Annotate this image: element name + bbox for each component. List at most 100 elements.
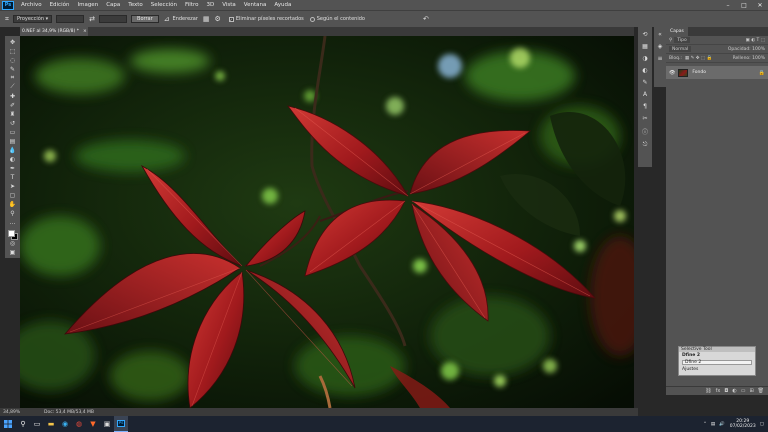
dodge-icon[interactable]: ◐ (8, 156, 18, 164)
windows-start-icon[interactable] (0, 416, 16, 432)
more-tools-icon[interactable]: … (8, 219, 18, 227)
swap-icon[interactable]: ⇄ (89, 15, 95, 23)
shape-icon[interactable]: ▢ (8, 192, 18, 200)
channels-icon[interactable]: ≡ (657, 55, 662, 62)
pen-icon[interactable]: ✒ (8, 165, 18, 173)
menu-archivo[interactable]: Archivo (17, 2, 46, 8)
marquee-tool-icon[interactable]: ⬚ (8, 47, 18, 55)
popup-line-1[interactable]: Dfine 2 (679, 352, 755, 359)
width-input[interactable] (56, 15, 85, 23)
foreground-color[interactable] (7, 229, 15, 237)
document-tab[interactable]: 0.NEF al 34,9% (RGB/8) * × (20, 27, 88, 36)
menu-3d[interactable]: 3D (202, 2, 218, 8)
swatches-icon[interactable]: ▦ (642, 43, 648, 50)
delete-cropped-checkbox[interactable]: ✓ (228, 16, 234, 22)
taskbar-search-icon[interactable]: ⚲ (16, 416, 30, 432)
menu-seleccion[interactable]: Selección (147, 2, 181, 8)
trash-icon[interactable]: 🗑 (758, 388, 764, 394)
clone-stamp-icon[interactable]: ♜ (8, 110, 18, 118)
layer-row[interactable]: 👁 Fondo 🔒 (666, 66, 768, 79)
menu-capa[interactable]: Capa (102, 2, 124, 8)
menu-imagen[interactable]: Imagen (73, 2, 102, 8)
popup-line-2[interactable]: Dfine 2 (682, 360, 752, 365)
collapse-icon[interactable]: « (658, 31, 662, 38)
healing-brush-icon[interactable]: ✚ (8, 92, 18, 100)
paragraph-icon[interactable]: ¶ (643, 103, 647, 110)
ratio-select[interactable]: Proyección ▾ (12, 15, 53, 23)
gradient-icon[interactable]: ▤ (8, 138, 18, 146)
info-icon[interactable]: ⓘ (642, 127, 648, 136)
edge-icon[interactable]: ◉ (58, 416, 72, 432)
file-explorer-icon[interactable]: ▬ (44, 416, 58, 432)
hand-icon[interactable]: ✋ (8, 201, 18, 209)
minimize-button[interactable]: – (720, 0, 736, 10)
menu-ayuda[interactable]: Ayuda (270, 2, 295, 8)
color-swatches[interactable] (7, 229, 19, 240)
new-layer-icon[interactable]: ⊞ (749, 388, 753, 394)
height-input[interactable] (99, 15, 128, 23)
task-view-icon[interactable]: ▭ (30, 416, 44, 432)
zoom-level[interactable]: 34,89% (0, 410, 28, 415)
popup-line-3[interactable]: Ajustes (679, 366, 755, 373)
fx-icon[interactable]: fx (716, 388, 721, 394)
photoshop-taskbar-icon[interactable]: Ps (114, 416, 128, 432)
path-select-icon[interactable]: ➤ (8, 183, 18, 191)
history-brush-icon[interactable]: ↺ (8, 119, 18, 127)
menu-vista[interactable]: Vista (218, 2, 240, 8)
notifications-icon[interactable]: ▢ (760, 422, 764, 427)
reset-icon[interactable]: ↶ (423, 15, 429, 23)
overlay-grid-icon[interactable]: ▦ (203, 15, 210, 23)
clock[interactable]: 20:29 07/02/2023 (730, 419, 756, 430)
path-icon[interactable]: ⎋ (643, 141, 648, 149)
tab-capas[interactable]: Capas (666, 27, 688, 36)
chrome-icon[interactable]: ◍ (72, 416, 86, 432)
filter-icons[interactable]: ▣ ◐ T ⬚ (746, 38, 765, 43)
move-tool-icon[interactable]: ✥ (8, 38, 18, 46)
group-icon[interactable]: ▭ (741, 388, 746, 394)
canvas[interactable] (20, 36, 634, 408)
brush-icon[interactable]: ✐ (8, 101, 18, 109)
tool-presets-icon[interactable]: ✂ (642, 115, 647, 122)
quick-mask-icon[interactable]: ◎ (8, 240, 18, 248)
brush-settings-icon[interactable]: ✎ (642, 79, 647, 86)
content-aware-checkbox[interactable] (309, 16, 315, 22)
chevron-up-icon[interactable]: ⌃ (703, 422, 707, 427)
fill-control[interactable]: Relleno: 100% (733, 56, 765, 61)
network-icon[interactable]: ▤ (711, 422, 715, 427)
menu-edicion[interactable]: Edición (46, 2, 74, 8)
layers-icon[interactable]: ◈ (658, 43, 663, 50)
crop-icon[interactable]: ⌗ (8, 74, 18, 82)
eyedropper-icon[interactable]: ⟋ (8, 83, 18, 91)
crop-tool-icon[interactable]: ⌗ (5, 15, 9, 24)
lock-icons[interactable]: ▦ ✎ ✥ ⬚ 🔒 (685, 56, 712, 61)
menu-filtro[interactable]: Filtro (181, 2, 202, 8)
close-button[interactable]: ✕ (752, 0, 768, 10)
blend-mode-select[interactable]: Normal (669, 46, 692, 52)
screen-mode-icon[interactable]: ▣ (8, 249, 18, 257)
zoom-icon[interactable]: ⚲ (8, 210, 18, 218)
filter-select[interactable]: Tipo (674, 37, 690, 43)
lasso-tool-icon[interactable]: ◌ (8, 56, 18, 64)
brave-icon[interactable]: ▼ (86, 416, 100, 432)
quick-select-tool-icon[interactable]: ✎ (8, 65, 18, 73)
straighten-icon[interactable]: ⊿ (164, 15, 170, 23)
close-icon[interactable]: × (83, 29, 87, 34)
history-icon[interactable]: ⟲ (642, 31, 647, 38)
menu-texto[interactable]: Texto (124, 2, 147, 8)
maximize-button[interactable]: □ (736, 0, 752, 10)
type-icon[interactable]: T (8, 174, 18, 182)
mask-icon[interactable]: ◘ (724, 388, 728, 394)
adjustment-layer-icon[interactable]: ◐ (732, 388, 736, 394)
erase-button[interactable]: Borrar (131, 15, 159, 23)
eye-icon[interactable]: 👁 (669, 70, 675, 76)
eraser-icon[interactable]: ▭ (8, 128, 18, 136)
adjustments-icon[interactable]: ◐ (642, 67, 647, 74)
menu-ventana[interactable]: Ventana (240, 2, 271, 8)
store-icon[interactable]: ▣ (100, 416, 114, 432)
character-icon[interactable]: A (643, 91, 647, 98)
opacity-control[interactable]: Opacidad: 100% (728, 47, 765, 52)
doc-info[interactable]: Doc: 53,4 MB/53,4 MB (44, 410, 94, 415)
volume-icon[interactable]: 🔊 (719, 422, 725, 427)
blur-icon[interactable]: 💧 (8, 147, 18, 155)
link-icon[interactable]: ⛓ (705, 388, 711, 394)
